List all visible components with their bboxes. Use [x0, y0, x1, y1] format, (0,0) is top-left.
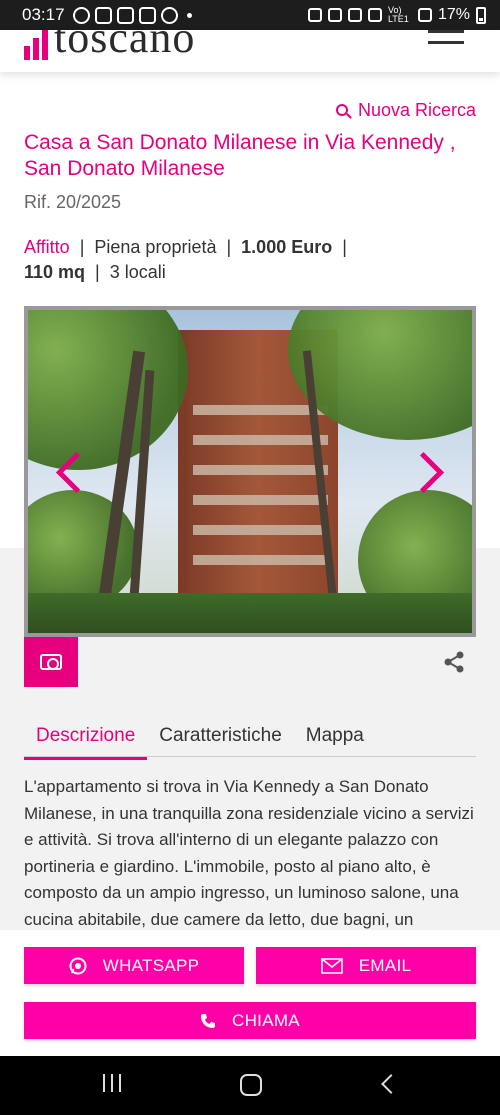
mute-icon — [347, 8, 362, 22]
new-search-link[interactable]: Nuova Ricerca — [24, 90, 476, 130]
rooms: 3 locali — [109, 262, 166, 282]
price: 1.000 Euro — [241, 237, 333, 257]
recent-apps-icon[interactable] — [101, 1074, 123, 1096]
chevron-left-icon[interactable] — [56, 450, 84, 490]
system-navigation-bar — [0, 1056, 500, 1115]
battery-icon — [476, 6, 486, 24]
area: 110 mq — [24, 262, 86, 282]
home-icon[interactable] — [240, 1074, 262, 1096]
share-icon[interactable] — [442, 650, 466, 674]
listing-header: Nuova Ricerca Casa a San Donato Milanese… — [24, 90, 476, 285]
chevron-right-icon[interactable] — [416, 450, 444, 490]
phone-icon — [201, 1013, 216, 1028]
call-button[interactable]: CHIAMA — [24, 1002, 476, 1039]
tab-descrizione[interactable]: Descrizione — [24, 717, 148, 760]
logo-mark-icon — [24, 30, 48, 60]
network-label: Vo) LTE1 — [387, 5, 409, 24]
back-icon[interactable] — [381, 1074, 401, 1094]
contact-actions: WHATSAPP EMAIL CHIAMA — [0, 930, 500, 1056]
new-search-label: Nuova Ricerca — [357, 99, 476, 120]
status-time: 03:17 — [22, 5, 65, 24]
description-text: L'appartamento si trova in Via Kennedy a… — [24, 777, 474, 929]
logo-text: toscano — [54, 30, 196, 62]
battery-percent: 17% — [437, 6, 470, 23]
contract-type: Affitto — [24, 237, 70, 257]
email-label: EMAIL — [358, 955, 412, 975]
signal-icon — [417, 8, 432, 22]
notification-icons — [72, 6, 192, 24]
listing-reference: Rif. 20/2025 — [24, 192, 122, 212]
instagram-notification-icon — [94, 6, 112, 24]
site-header: toscano — [0, 30, 500, 72]
alarm-icon — [327, 8, 342, 22]
more-notifications-icon — [186, 12, 192, 18]
call-label: CHIAMA — [232, 1010, 300, 1030]
whatsapp-button[interactable]: WHATSAPP — [24, 947, 244, 984]
toscano-logo[interactable]: toscano — [24, 30, 195, 60]
envelope-icon — [320, 957, 343, 974]
data-saver-icon — [307, 8, 322, 22]
wifi-icon — [367, 8, 382, 22]
ownership: Piena proprietà — [94, 237, 217, 257]
listing-meta: Affitto | Piena proprietà | 1.000 Euro | 110 m… — [24, 237, 347, 282]
search-icon — [335, 104, 348, 116]
status-bar: 03:17 Vo) LTE1 17% — [0, 0, 500, 30]
listing-photo[interactable] — [28, 310, 472, 633]
whatsapp-label: WHATSAPP — [102, 955, 200, 975]
gallery-notification-icon — [116, 6, 134, 24]
system-icons: Vo) LTE1 17% — [307, 5, 486, 24]
instagram-notification-icon-2 — [138, 6, 156, 24]
email-button[interactable]: EMAIL — [256, 947, 476, 984]
photos-button[interactable] — [24, 637, 78, 687]
tab-bar: Descrizione Caratteristiche Mappa — [24, 717, 476, 760]
listing-title: Casa a San Donato Milanese in Via Kenned… — [24, 131, 456, 180]
camera-icon — [40, 654, 62, 670]
hamburger-icon[interactable] — [428, 30, 464, 44]
tab-caratteristiche[interactable]: Caratteristiche — [147, 717, 294, 757]
whatsapp-notification-icon — [72, 6, 90, 24]
tab-mappa[interactable]: Mappa — [294, 717, 376, 757]
whatsapp-icon — [69, 957, 87, 974]
photo-gallery[interactable] — [24, 306, 476, 637]
pinterest-notification-icon — [160, 6, 178, 24]
